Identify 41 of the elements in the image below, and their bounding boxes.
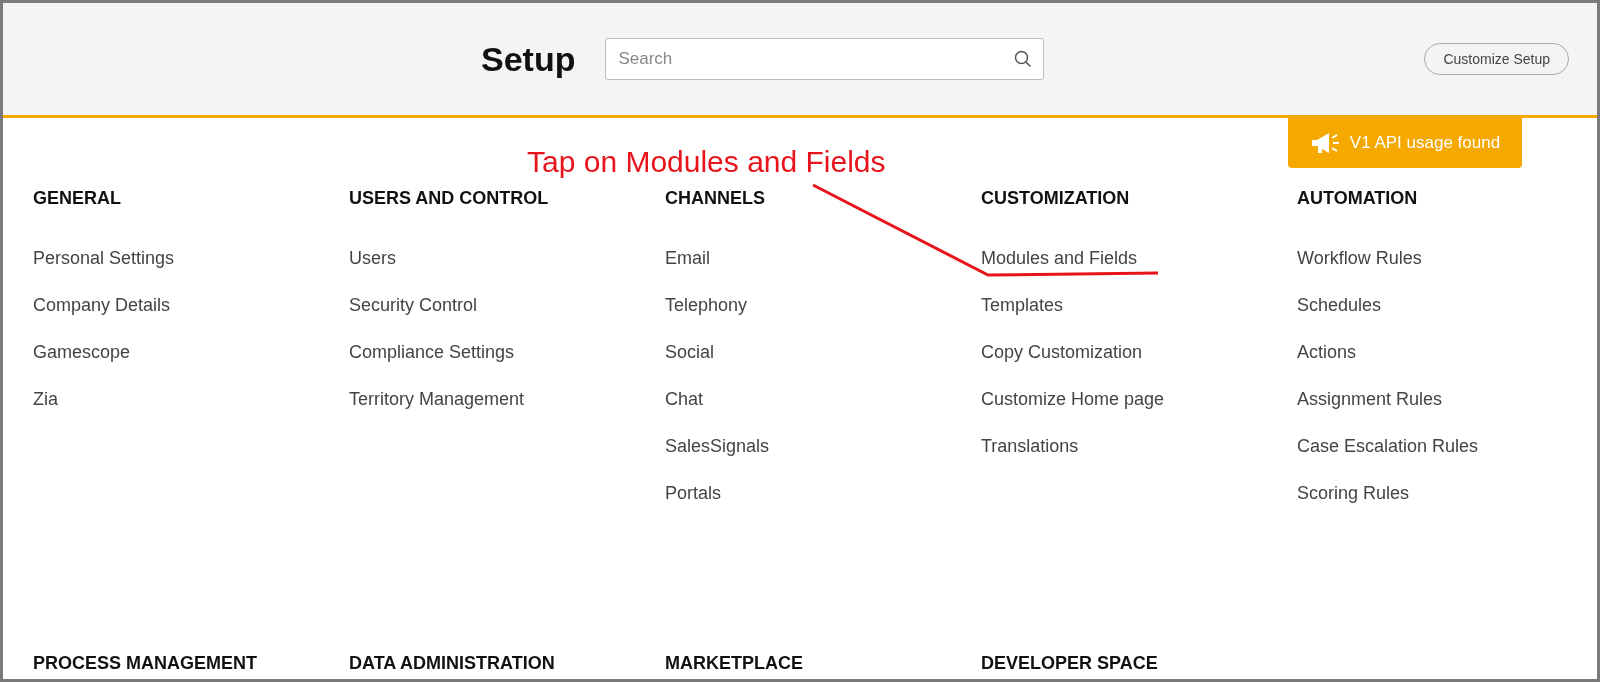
setup-link[interactable]: Portals xyxy=(665,470,981,517)
search-field[interactable]: Search xyxy=(605,38,1045,80)
setup-link[interactable]: Templates xyxy=(981,282,1297,329)
customize-setup-button[interactable]: Customize Setup xyxy=(1424,43,1569,75)
megaphone-icon xyxy=(1309,132,1340,154)
annotation-text: Tap on Modules and Fields xyxy=(527,145,886,179)
section-heading: GENERAL xyxy=(33,188,122,209)
setup-link[interactable]: Zia xyxy=(33,376,349,423)
section-heading: CUSTOMIZATION xyxy=(981,188,1131,209)
setup-link[interactable]: Copy Customization xyxy=(981,329,1297,376)
setup-link[interactable]: Security Control xyxy=(349,282,665,329)
section-heading: AUTOMATION xyxy=(1297,188,1419,209)
page-title: Setup xyxy=(481,39,576,79)
setup-link[interactable]: Assignment Rules xyxy=(1297,376,1597,423)
setup-link[interactable]: Compliance Settings xyxy=(349,329,665,376)
setup-link[interactable]: Actions xyxy=(1297,329,1597,376)
setup-link[interactable]: Case Escalation Rules xyxy=(1297,423,1597,470)
setup-link[interactable]: Users xyxy=(349,235,665,282)
setup-link[interactable]: Scoring Rules xyxy=(1297,470,1597,517)
setup-link[interactable]: Social xyxy=(665,329,981,376)
setup-link[interactable]: Customize Home page xyxy=(981,376,1297,423)
setup-link[interactable]: Company Details xyxy=(33,282,349,329)
badge-text: V1 API usage found xyxy=(1349,133,1501,153)
setup-link[interactable]: Chat xyxy=(665,376,981,423)
section-heading: DATA ADMINISTRATION xyxy=(349,653,556,674)
setup-link[interactable]: Territory Management xyxy=(349,376,665,423)
setup-link[interactable]: Personal Settings xyxy=(33,235,349,282)
setup-link[interactable]: Translations xyxy=(981,423,1297,470)
section-heading: USERS AND CONTROL xyxy=(349,188,550,209)
setup-link[interactable]: Gamescope xyxy=(33,329,349,376)
setup-link[interactable]: Workflow Rules xyxy=(1297,235,1597,282)
setup-link[interactable]: Email xyxy=(665,235,981,282)
setup-link[interactable]: SalesSignals xyxy=(665,423,981,470)
section-heading: DEVELOPER SPACE xyxy=(981,653,1159,674)
setup-link[interactable]: Modules and Fields xyxy=(981,235,1297,282)
section-heading: MARKETPLACE xyxy=(665,653,804,674)
search-icon xyxy=(1014,50,1033,68)
setup-link[interactable]: Schedules xyxy=(1297,282,1597,329)
section-heading: PROCESS MANAGEMENT xyxy=(33,653,258,674)
section-heading: CHANNELS xyxy=(665,188,766,209)
setup-link[interactable]: Telephony xyxy=(665,282,981,329)
